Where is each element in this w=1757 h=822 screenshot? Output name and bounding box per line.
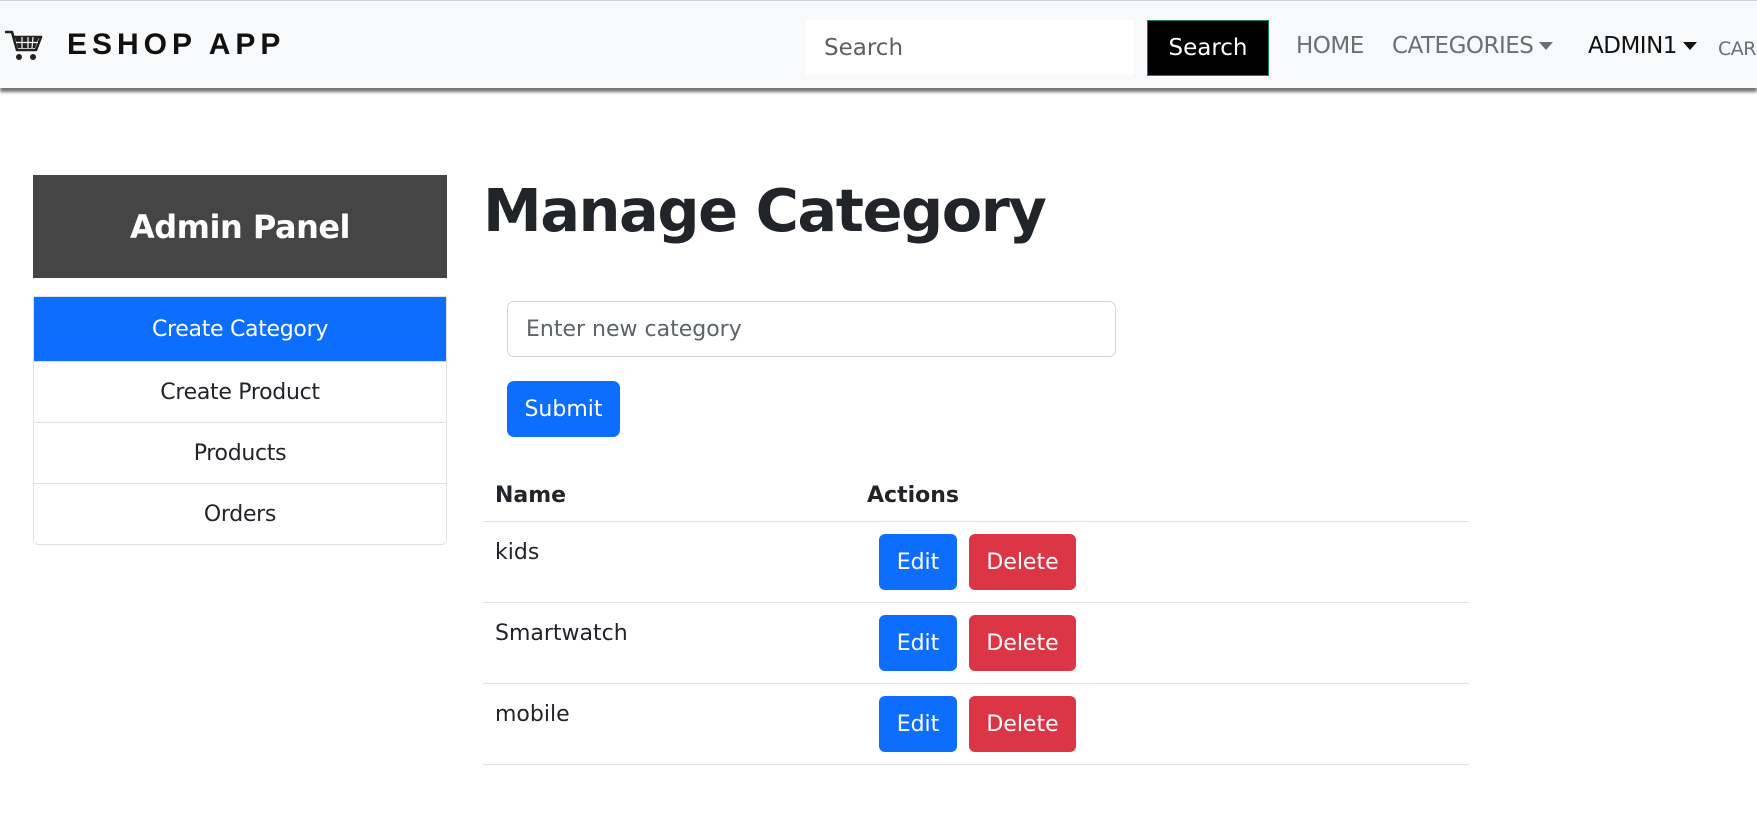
shopping-cart-icon [5, 30, 43, 60]
page-title: Manage Category [483, 176, 1047, 245]
delete-button[interactable]: Delete [969, 615, 1076, 671]
row-actions: Edit Delete [867, 684, 1076, 764]
admin-panel-title: Admin Panel [33, 175, 447, 278]
caret-down-icon [1539, 42, 1554, 50]
new-category-input[interactable] [507, 301, 1116, 357]
caret-down-icon [1682, 42, 1697, 50]
delete-button[interactable]: Delete [969, 696, 1076, 752]
nav-categories-dropdown[interactable]: CATEGORIES [1392, 29, 1554, 63]
delete-button[interactable]: Delete [969, 534, 1076, 590]
edit-button[interactable]: Edit [879, 615, 957, 671]
nav-cart-label: CAR [1718, 38, 1756, 60]
submit-button[interactable]: Submit [507, 381, 620, 437]
edit-button[interactable]: Edit [879, 534, 957, 590]
category-name: mobile [495, 702, 570, 727]
nav-admin-label: ADMIN1 [1588, 33, 1677, 59]
admin-sidebar-menu: Create Category Create Product Products … [33, 296, 447, 545]
table-row: Smartwatch Edit Delete [483, 603, 1469, 684]
category-name: Smartwatch [495, 621, 628, 646]
column-header-actions: Actions [867, 483, 959, 508]
nav-home-label: HOME [1296, 33, 1364, 59]
column-header-name: Name [495, 483, 567, 508]
nav-admin-dropdown[interactable]: ADMIN1 [1588, 29, 1697, 63]
category-table: Name Actions kids Edit Delete Smartwatch… [483, 470, 1469, 765]
row-actions: Edit Delete [867, 522, 1076, 602]
brand-name: ESHOP APP [67, 28, 286, 61]
nav-home-link[interactable]: HOME [1296, 29, 1364, 63]
search-input[interactable] [806, 20, 1134, 75]
sidebar-item-create-category[interactable]: Create Category [34, 297, 446, 361]
search-button[interactable]: Search [1147, 20, 1269, 76]
sidebar-item-orders[interactable]: Orders [34, 483, 446, 544]
sidebar-item-products[interactable]: Products [34, 422, 446, 483]
sidebar-item-create-product[interactable]: Create Product [34, 361, 446, 422]
table-header: Name Actions [483, 470, 1469, 522]
nav-cart-link[interactable]: CAR [1718, 32, 1756, 66]
top-navbar: ESHOP APP Search HOME CATEGORIES ADMIN1 … [0, 0, 1757, 88]
nav-categories-label: CATEGORIES [1392, 33, 1534, 59]
category-name: kids [495, 540, 540, 565]
row-actions: Edit Delete [867, 603, 1076, 683]
brand-link[interactable]: ESHOP APP [5, 27, 285, 63]
edit-button[interactable]: Edit [879, 696, 957, 752]
table-row: kids Edit Delete [483, 522, 1469, 603]
table-row: mobile Edit Delete [483, 684, 1469, 765]
